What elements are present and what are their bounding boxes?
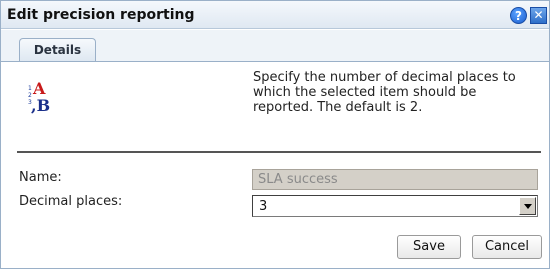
help-icon[interactable]: ? xyxy=(510,7,527,24)
name-field xyxy=(252,169,538,190)
dialog-description: Specify the number of decimal places to … xyxy=(253,70,516,115)
cancel-button[interactable]: Cancel xyxy=(472,235,542,259)
form-separator xyxy=(17,151,541,153)
svg-text:,B: ,B xyxy=(31,96,50,114)
dialog-titlebar: Edit precision reporting ? ✕ xyxy=(1,1,549,29)
decimal-places-label: Decimal places: xyxy=(19,194,123,209)
tab-divider xyxy=(1,61,549,62)
chevron-down-icon[interactable] xyxy=(519,197,536,215)
svg-text:1: 1 xyxy=(28,85,32,92)
dialog-title: Edit precision reporting xyxy=(7,7,195,23)
number-format-icon: 1 2 3 A ,B xyxy=(28,79,50,114)
close-icon[interactable]: ✕ xyxy=(530,7,547,24)
save-button[interactable]: Save xyxy=(397,235,461,259)
precision-dialog: Edit precision reporting ? ✕ Details 1 2… xyxy=(0,0,550,269)
name-label: Name: xyxy=(19,170,62,185)
decimal-places-select[interactable]: 3 xyxy=(252,195,538,217)
tab-details[interactable]: Details xyxy=(19,38,96,62)
tab-strip: Details xyxy=(1,30,549,62)
decimal-places-value: 3 xyxy=(259,199,268,214)
